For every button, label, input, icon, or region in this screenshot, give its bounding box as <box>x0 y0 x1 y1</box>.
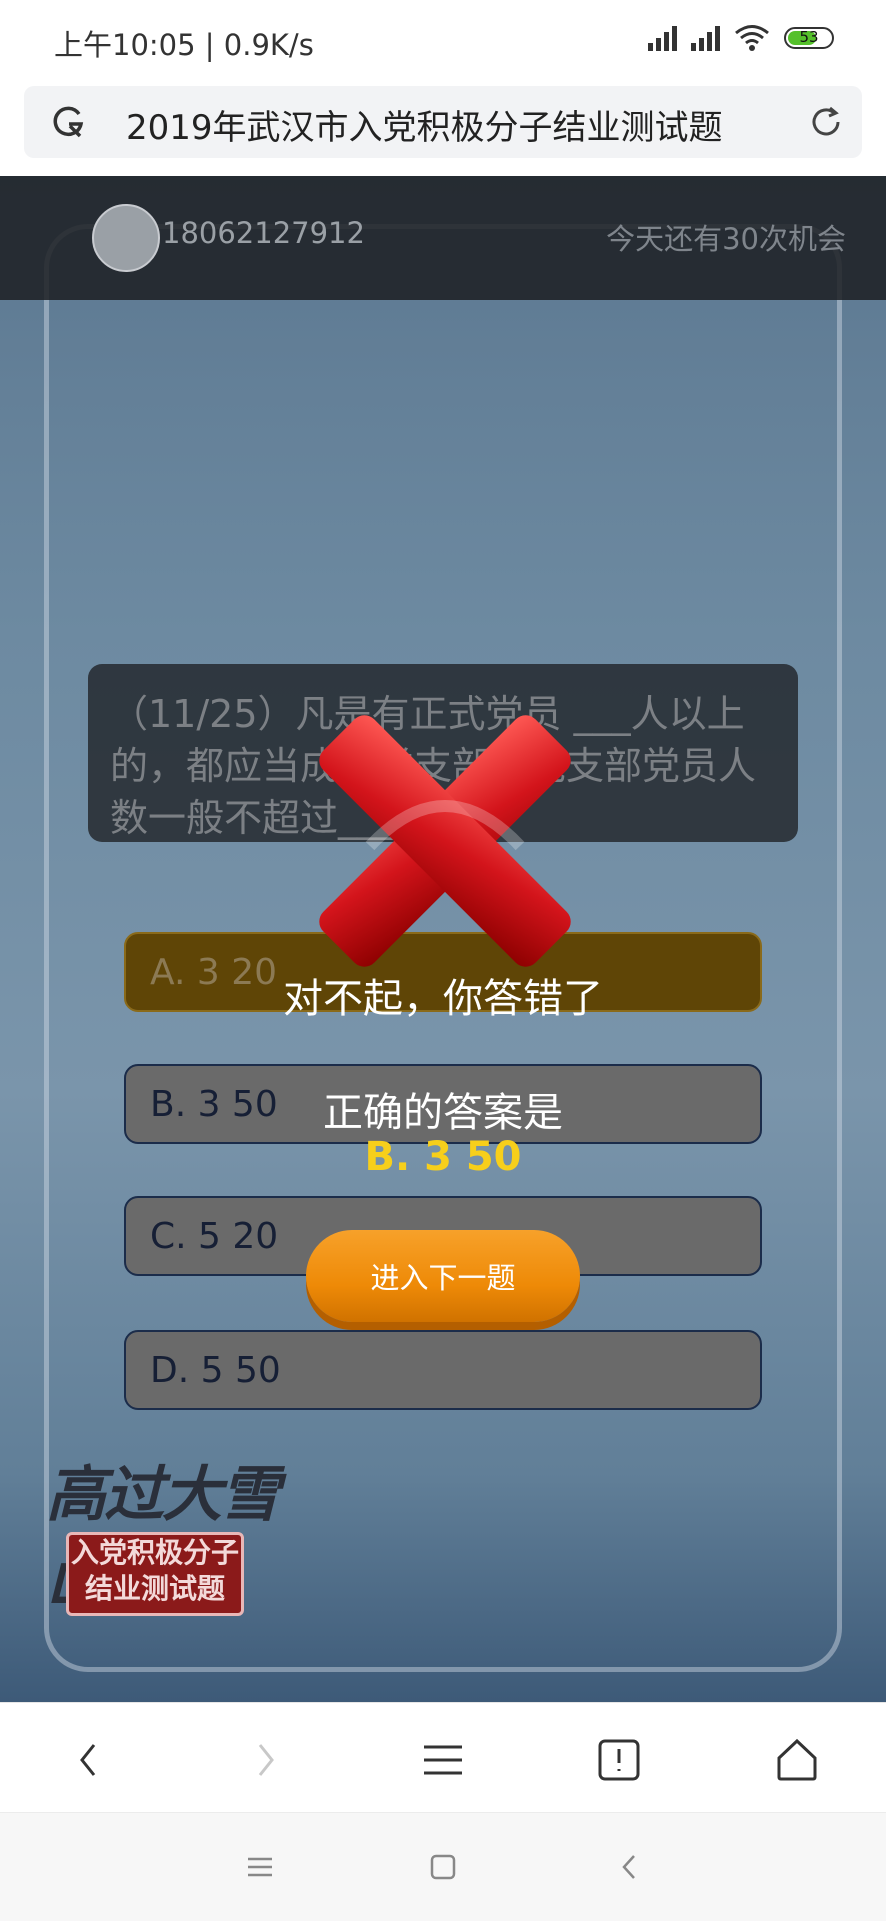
logo-badge: 入党积极分子 结业测试题 <box>66 1532 244 1616</box>
wrong-message: 对不起，你答错了 <box>283 976 603 1022</box>
search-engine-icon[interactable] <box>50 104 86 140</box>
next-question-button[interactable]: 进入下一题 <box>306 1230 580 1322</box>
hd-signal-icon <box>648 25 677 51</box>
forward-icon[interactable] <box>238 1733 292 1787</box>
url-bar[interactable]: 2019年武汉市入党积极分子结业测试题 <box>24 86 862 158</box>
page-title[interactable]: 2019年武汉市入党积极分子结业测试题 <box>126 100 723 149</box>
back-icon[interactable] <box>62 1733 116 1787</box>
battery-level: 53 <box>799 28 819 46</box>
home-icon[interactable] <box>770 1733 824 1787</box>
reload-icon[interactable] <box>808 104 844 140</box>
status-icons: 53 <box>648 24 834 52</box>
browser-toolbar <box>0 1702 886 1813</box>
quiz-logo: 高过大雪山 入党积极分子 结业测试题 <box>40 1446 300 1676</box>
system-back-icon[interactable] <box>614 1851 646 1883</box>
option-c-label: C. 5 20 <box>150 1216 279 1257</box>
status-time: 上午10:05 | 0.9K/s <box>54 28 314 62</box>
status-bar: 上午10:05 | 0.9K/s 53 <box>0 0 886 84</box>
system-navigation-bar <box>0 1812 886 1921</box>
logo-line-1: 入党积极分子 <box>70 1536 239 1569</box>
signal-icon <box>691 25 720 51</box>
correct-answer-label: 正确的答案是 <box>323 1090 563 1136</box>
option-d[interactable]: D. 5 50 <box>124 1330 762 1410</box>
option-d-label: D. 5 50 <box>150 1350 281 1391</box>
remaining-chances: 今天还有30次机会 <box>606 222 846 256</box>
wrong-x-icon <box>319 715 571 967</box>
user-phone: 18062127912 <box>162 216 365 250</box>
logo-line-2: 结业测试题 <box>84 1572 225 1605</box>
correct-answer: B. 3 50 <box>364 1134 522 1180</box>
system-home-icon[interactable] <box>427 1851 459 1883</box>
menu-icon[interactable] <box>416 1733 470 1787</box>
recent-apps-icon[interactable] <box>244 1851 276 1883</box>
avatar <box>92 204 160 272</box>
battery-icon: 53 <box>784 27 834 49</box>
wifi-icon <box>735 25 769 51</box>
quiz-page: 18062127912 今天还有30次机会 （11/25）凡是有正式党员 ___… <box>0 176 886 1702</box>
tabs-icon[interactable] <box>592 1733 646 1787</box>
user-bar: 18062127912 今天还有30次机会 <box>0 176 886 300</box>
